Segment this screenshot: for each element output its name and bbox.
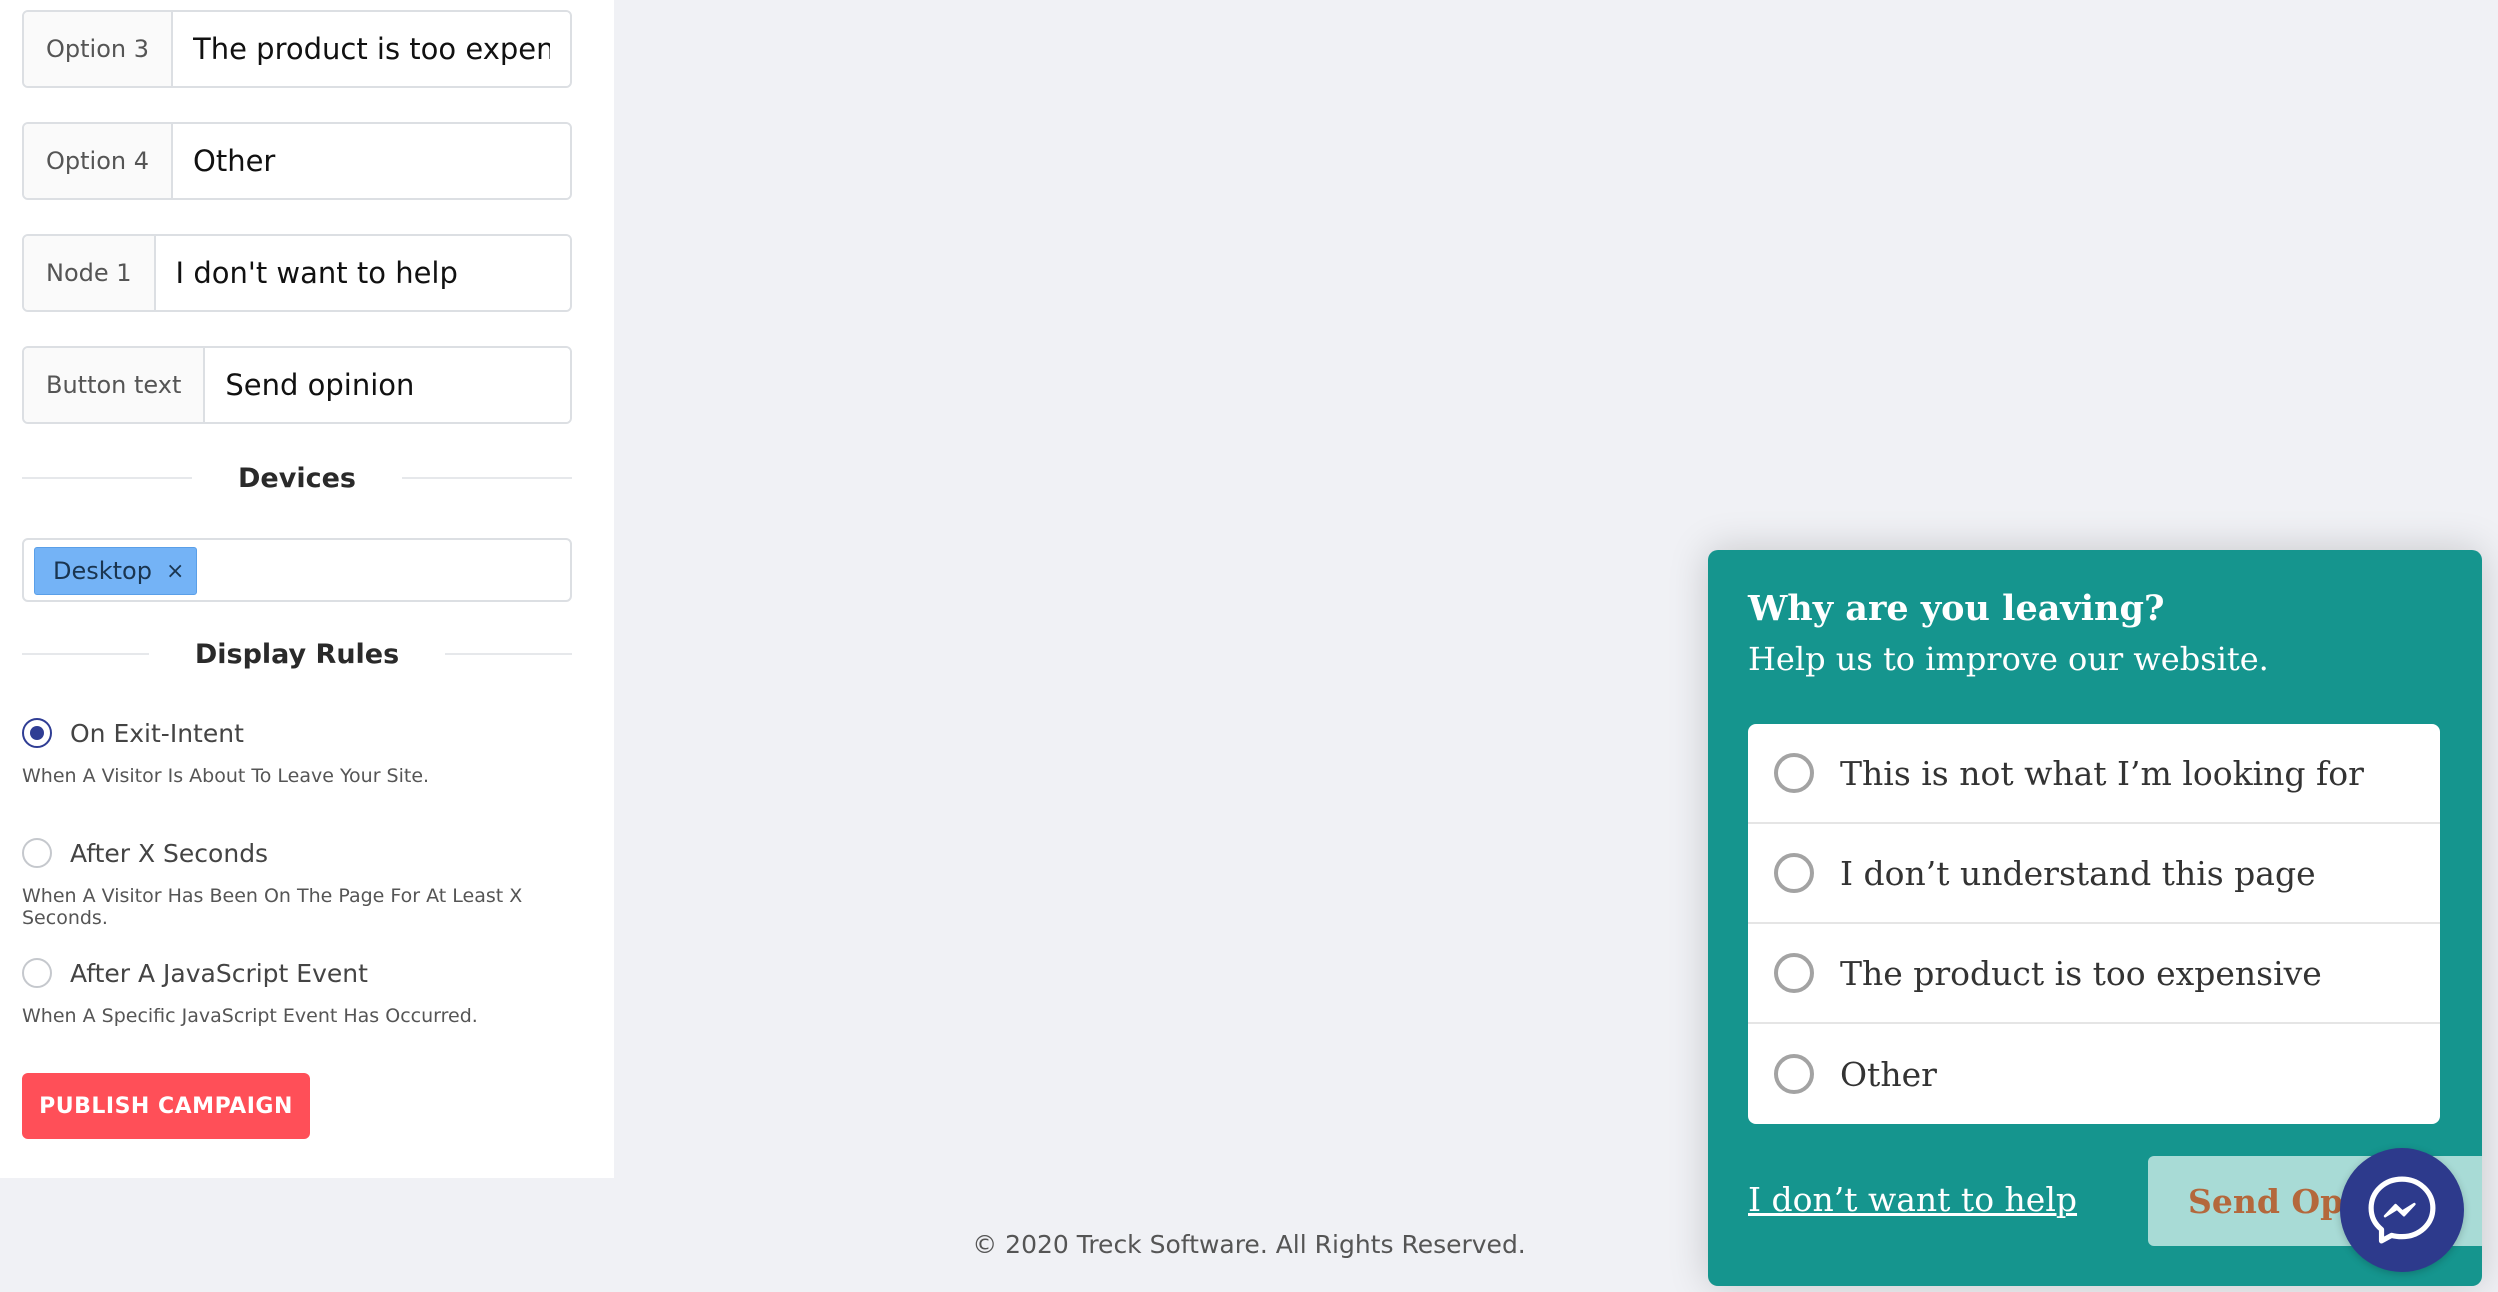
device-tag-desktop: Desktop × <box>34 547 198 595</box>
option-4-field: Option 4 <box>22 122 572 200</box>
popup-option[interactable]: Other <box>1748 1024 2440 1124</box>
rule-after-x-seconds-description: When A Visitor Has Been On The Page For … <box>22 885 523 929</box>
display-rules-section-heading: Display Rules <box>22 634 573 674</box>
display-rules-title: Display Rules <box>194 638 400 670</box>
option-3-label: Option 3 <box>24 12 173 86</box>
publish-campaign-button[interactable]: PUBLISH CAMPAIGN <box>22 1073 310 1139</box>
node-1-label: Node 1 <box>24 236 156 310</box>
option-3-input[interactable] <box>173 12 570 86</box>
decline-link[interactable]: I don’t want to help <box>1748 1180 2077 1219</box>
radio-exit-intent[interactable] <box>22 718 52 748</box>
devices-section-heading: Devices <box>22 458 572 498</box>
button-text-input[interactable] <box>205 348 570 422</box>
option-radio[interactable] <box>1774 853 1814 893</box>
campaign-settings-panel: Option 3 Option 4 Node 1 Button text Dev… <box>0 0 614 1178</box>
option-radio[interactable] <box>1774 753 1814 793</box>
node-1-field: Node 1 <box>22 234 572 312</box>
option-label: I don’t understand this page <box>1840 853 2316 893</box>
divider <box>401 477 572 479</box>
popup-option[interactable]: I don’t understand this page <box>1748 824 2440 924</box>
close-icon[interactable]: × <box>166 559 184 584</box>
option-label: This is not what I’m looking for <box>1840 753 2364 793</box>
devices-title: Devices <box>238 462 356 494</box>
radio-javascript-event[interactable] <box>22 958 52 988</box>
option-4-input[interactable] <box>173 124 570 198</box>
radio-after-x-seconds[interactable] <box>22 838 52 868</box>
option-4-label: Option 4 <box>24 124 173 198</box>
device-tag-label: Desktop <box>53 557 152 585</box>
option-label: Other <box>1840 1054 1937 1094</box>
messenger-chat-button[interactable] <box>2340 1148 2464 1272</box>
rule-javascript-event-description: When A Specific JavaScript Event Has Occ… <box>22 1005 478 1027</box>
popup-title: Why are you leaving? <box>1748 588 2165 629</box>
popup-option[interactable]: The product is too expensive <box>1748 924 2440 1024</box>
rule-exit-intent-label: On Exit-Intent <box>70 718 244 748</box>
rule-javascript-event[interactable]: After A JavaScript Event <box>22 958 368 988</box>
option-3-field: Option 3 <box>22 10 572 88</box>
messenger-icon <box>2368 1176 2436 1244</box>
node-1-input[interactable] <box>155 236 570 310</box>
rule-after-x-seconds-label: After X Seconds <box>70 838 269 868</box>
button-text-label: Button text <box>24 348 206 422</box>
popup-subtitle: Help us to improve our website. <box>1748 640 2269 678</box>
rule-exit-intent-description: When A Visitor Is About To Leave Your Si… <box>22 765 430 787</box>
rule-after-x-seconds[interactable]: After X Seconds <box>22 838 268 868</box>
option-label: The product is too expensive <box>1840 953 2322 993</box>
divider <box>445 653 573 655</box>
button-text-field: Button text <box>22 346 572 424</box>
popup-options-list: This is not what I’m looking for I don’t… <box>1748 724 2440 1124</box>
divider <box>22 653 149 655</box>
popup-option[interactable]: This is not what I’m looking for <box>1748 724 2440 824</box>
rule-javascript-event-label: After A JavaScript Event <box>70 958 368 988</box>
devices-select[interactable]: Desktop × <box>22 538 572 602</box>
rule-exit-intent[interactable]: On Exit-Intent <box>22 718 244 748</box>
option-radio[interactable] <box>1774 1054 1814 1094</box>
option-radio[interactable] <box>1774 953 1814 993</box>
divider <box>22 477 193 479</box>
